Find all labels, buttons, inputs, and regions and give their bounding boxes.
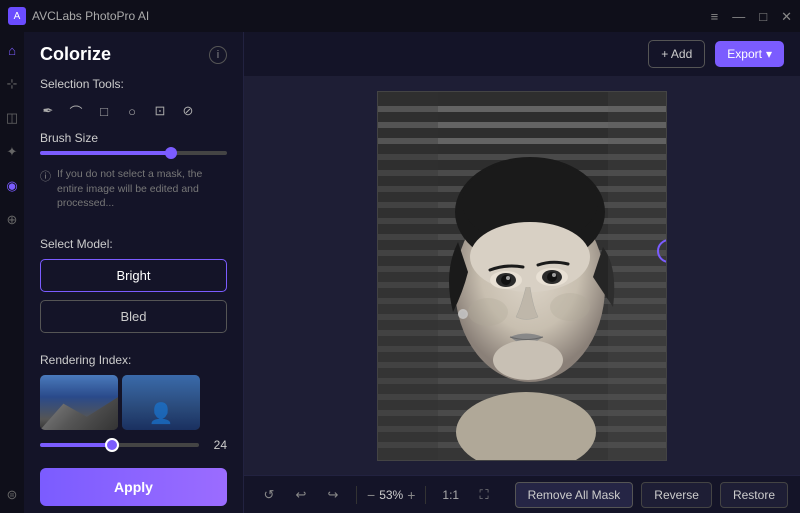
thumbnail-mountain[interactable]: [40, 375, 118, 430]
app-logo: A AVCLabs PhotoPro AI: [8, 7, 149, 25]
ratio-button[interactable]: 1:1: [436, 486, 465, 504]
sidebar-item-select[interactable]: ⊹: [2, 74, 22, 94]
rendering-index-slider[interactable]: [40, 443, 199, 447]
selection-tools-label: Selection Tools:: [24, 73, 243, 95]
top-header: + Add Export ▾: [244, 32, 800, 76]
pen-tool[interactable]: ✒: [36, 99, 60, 123]
info-notice-text: If you do not select a mask, the entire …: [57, 167, 227, 211]
left-panel: Colorize i Selection Tools: ✒ ⌒ □ ○ ⊡ ⊘ …: [24, 32, 244, 513]
menu-button[interactable]: ≡: [711, 10, 719, 23]
zoom-control: − 53% +: [367, 487, 415, 503]
ellipse-select-tool[interactable]: ○: [120, 99, 144, 123]
zoom-value: 53%: [379, 488, 403, 502]
redo-button[interactable]: ↪: [320, 482, 346, 508]
app-title: AVCLabs PhotoPro AI: [32, 9, 149, 23]
photo-svg: [378, 92, 667, 461]
remove-all-mask-button[interactable]: Remove All Mask: [515, 482, 634, 508]
brush-size-label: Brush Size: [40, 131, 227, 145]
app-icon: A: [8, 7, 26, 25]
separator-2: [425, 486, 426, 504]
rect-select-tool[interactable]: □: [92, 99, 116, 123]
thumbnail-person[interactable]: [122, 375, 200, 430]
reverse-button[interactable]: Reverse: [641, 482, 712, 508]
panel-title: Colorize: [40, 44, 111, 65]
icon-sidebar: ⌂ ⊹ ◫ ✦ ◉ ⊕ ⊜: [0, 32, 24, 513]
rendering-slider-container: 24: [40, 438, 227, 452]
rendering-section: Rendering Index: 24: [24, 349, 243, 456]
image-container: [244, 76, 800, 475]
toolbar-right: Remove All Mask Reverse Restore: [515, 482, 788, 508]
zoom-out-button[interactable]: −: [367, 487, 375, 503]
sidebar-item-home[interactable]: ⌂: [2, 40, 22, 60]
undo-button[interactable]: ↩: [288, 482, 314, 508]
model-section: Select Model: Bright Bled: [24, 229, 243, 349]
sidebar-item-settings[interactable]: ⊜: [2, 485, 22, 505]
rendering-index-label: Rendering Index:: [40, 353, 227, 367]
apply-section: Apply: [24, 456, 243, 513]
sidebar-item-effects[interactable]: ✦: [2, 142, 22, 162]
apply-button[interactable]: Apply: [40, 468, 227, 506]
zoom-in-button[interactable]: +: [407, 487, 415, 503]
fullscreen-button[interactable]: ⛶: [471, 482, 497, 508]
minimize-button[interactable]: —: [732, 10, 745, 23]
window-controls: ≡ — □ ✕: [711, 10, 792, 23]
maximize-button[interactable]: □: [759, 10, 767, 23]
titlebar: A AVCLabs PhotoPro AI ≡ — □ ✕: [0, 0, 800, 32]
bottom-toolbar: ↺ ↩ ↪ − 53% + 1:1 ⛶ Remove All Mask Reve…: [244, 475, 800, 513]
sidebar-item-mask[interactable]: ⊕: [2, 210, 22, 230]
export-label: Export: [727, 47, 762, 61]
panel-header: Colorize i: [24, 32, 243, 73]
brush-slider-thumb: [165, 147, 177, 159]
info-icon[interactable]: i: [209, 46, 227, 64]
export-chevron-icon: ▾: [766, 47, 772, 61]
photo-frame: [377, 91, 667, 461]
magic-wand-tool[interactable]: ⊡: [148, 99, 172, 123]
rendering-thumbnails: [40, 375, 227, 430]
brush-size-slider[interactable]: [40, 151, 227, 155]
export-button[interactable]: Export ▾: [715, 41, 784, 67]
sidebar-item-layers[interactable]: ◫: [2, 108, 22, 128]
rotate-ccw-button[interactable]: ↺: [256, 482, 282, 508]
thumbnail-mountain-image: [40, 375, 118, 430]
brush-select-tool[interactable]: ⊘: [176, 99, 200, 123]
sidebar-item-colorize[interactable]: ◉: [2, 176, 22, 196]
main-layout: ⌂ ⊹ ◫ ✦ ◉ ⊕ ⊜ Colorize i Selection Tools…: [0, 32, 800, 513]
separator-1: [356, 486, 357, 504]
add-button[interactable]: + Add: [648, 40, 705, 68]
thumbnail-person-image: [122, 375, 200, 430]
model-bright-button[interactable]: Bright: [40, 259, 227, 292]
selection-tools-row: ✒ ⌒ □ ○ ⊡ ⊘: [24, 95, 243, 127]
rendering-index-value: 24: [207, 438, 227, 452]
info-notice-icon: ⓘ: [40, 168, 51, 184]
select-model-label: Select Model:: [40, 237, 227, 259]
model-bled-button[interactable]: Bled: [40, 300, 227, 333]
brush-size-section: Brush Size: [24, 127, 243, 163]
info-notice: ⓘ If you do not select a mask, the entir…: [24, 163, 243, 221]
close-button[interactable]: ✕: [781, 10, 792, 23]
lasso-tool[interactable]: ⌒: [64, 99, 88, 123]
canvas-area: + Add Export ▾: [244, 32, 800, 513]
brush-slider-container: [40, 151, 227, 155]
restore-button[interactable]: Restore: [720, 482, 788, 508]
rendering-slider-thumb: [105, 438, 119, 452]
